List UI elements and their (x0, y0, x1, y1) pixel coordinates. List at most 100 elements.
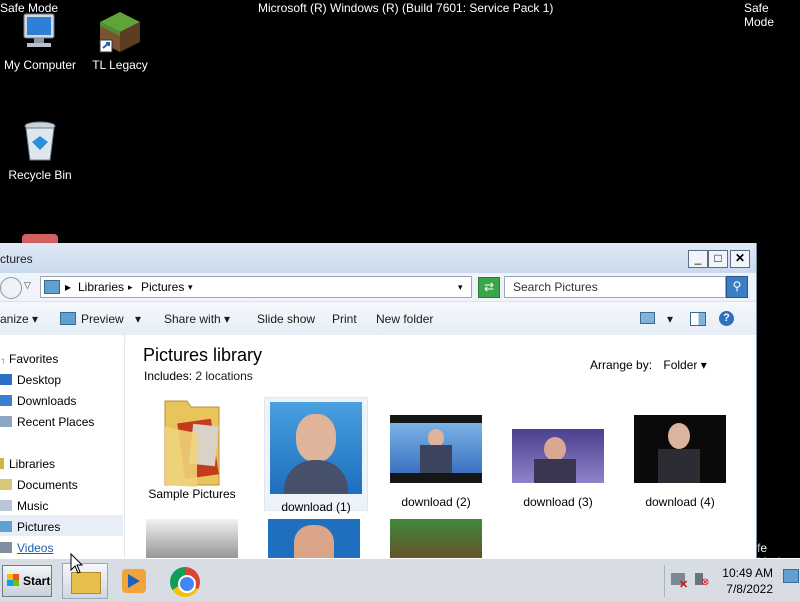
taskbar-chrome-button[interactable] (164, 563, 208, 597)
show-desktop-icon[interactable] (783, 569, 799, 583)
refresh-icon: ⇄ (483, 280, 495, 294)
maximize-icon: □ (714, 251, 722, 265)
desktop-icon-my-computer[interactable]: My Computer (0, 10, 83, 72)
search-input[interactable]: Search Pictures (504, 276, 726, 298)
change-view-button[interactable] (640, 312, 655, 326)
libraries-icon (0, 458, 4, 469)
arrange-by: Arrange by: Folder ▾ (590, 358, 707, 372)
nav-desktop[interactable]: Desktop (0, 373, 61, 387)
search-placeholder: Search Pictures (513, 280, 598, 294)
minecraft-grass-block-icon (98, 10, 142, 54)
breadcrumb-separator[interactable]: ▸ (128, 282, 133, 293)
share-with-menu[interactable]: Share with ▾ (164, 312, 230, 326)
explorer-icon (71, 572, 101, 594)
library-title: Pictures library (143, 345, 263, 365)
nav-libraries[interactable]: Libraries (0, 457, 55, 471)
refresh-button[interactable]: ⇄ (478, 277, 500, 298)
nav-downloads[interactable]: Downloads (0, 394, 76, 408)
minimize-button[interactable]: _ (688, 250, 708, 268)
taskbar-media-player-button[interactable] (112, 563, 156, 597)
notification-area: ✕ ⊗ 10:49 AM 7/8/2022 (664, 565, 799, 597)
nav-videos[interactable]: Videos (0, 541, 53, 555)
address-history-dropdown-icon[interactable]: ▾ (458, 282, 463, 293)
image-thumbnail (390, 415, 482, 483)
minimize-icon: _ (694, 251, 702, 265)
library-includes: Includes: 2 locations (144, 369, 253, 383)
preview-icon (60, 312, 76, 325)
arrange-by-dropdown[interactable]: Folder ▾ (663, 358, 706, 372)
pictures-library-icon (44, 280, 60, 294)
os-build-banner: Microsoft (R) Windows (R) (Build 7601: S… (258, 1, 554, 15)
image-thumbnail (270, 402, 362, 494)
desktop-icon-recycle-bin[interactable]: Recycle Bin (0, 120, 83, 182)
image-thumbnail (512, 429, 604, 483)
item-caption: Sample Pictures (148, 487, 236, 501)
desktop-icon (0, 374, 12, 385)
taskbar: Start ✕ ⊗ 10:49 AM 7/8/2022 (0, 558, 800, 601)
mouse-cursor-icon (70, 553, 84, 574)
nav-recent-places[interactable]: Recent Places (0, 415, 94, 429)
recent-pages-icon[interactable]: ▽ (24, 280, 31, 291)
forward-button[interactable] (0, 277, 22, 299)
nav-pictures[interactable]: Pictures (0, 515, 123, 536)
command-bar: anize ▾ Preview ▾ Share with ▾ Slide sho… (0, 302, 756, 337)
organize-menu[interactable]: anize ▾ (0, 312, 38, 326)
system-clock[interactable]: 10:49 AM 7/8/2022 (722, 565, 773, 597)
clock-date: 7/8/2022 (726, 582, 773, 596)
nav-documents[interactable]: Documents (0, 478, 78, 492)
documents-icon (0, 479, 12, 490)
new-folder-button[interactable]: New folder (376, 312, 433, 326)
search-button[interactable]: ⚲ (726, 276, 748, 298)
title-bar[interactable]: ctures _ □ ✕ (0, 243, 756, 273)
help-icon: ? (719, 311, 734, 326)
image-item-download-1[interactable]: download (1) (264, 397, 368, 514)
nav-music[interactable]: Music (0, 499, 48, 513)
image-item-download-2[interactable]: download (2) (388, 415, 484, 509)
preview-pane-button[interactable] (690, 312, 706, 327)
clock-time: 10:49 AM (722, 566, 773, 580)
desktop-icon-tl-legacy[interactable]: TL Legacy (77, 10, 163, 72)
item-caption: download (3) (523, 495, 593, 509)
close-button[interactable]: ✕ (730, 250, 750, 268)
maximize-button[interactable]: □ (708, 250, 728, 268)
address-field[interactable]: ▸ Libraries ▸ Pictures ▾ ▾ (40, 276, 472, 298)
image-thumbnail-partial[interactable] (390, 519, 482, 563)
window-title: ctures (0, 252, 33, 266)
start-button[interactable]: Start (2, 565, 52, 597)
image-thumbnail-partial[interactable] (146, 519, 238, 563)
folder-item-sample-pictures[interactable]: Sample Pictures (144, 397, 240, 501)
pictures-icon (0, 521, 12, 532)
desktop-icon-label: TL Legacy (92, 58, 148, 72)
breadcrumb-libraries[interactable]: Libraries (78, 280, 124, 294)
navigation-pane: ★Favorites Desktop Downloads Recent Plac… (0, 335, 125, 563)
search-icon: ⚲ (732, 279, 742, 293)
breadcrumb-dropdown-icon[interactable]: ▾ (188, 282, 193, 293)
item-caption: download (4) (645, 495, 715, 509)
recent-places-icon (0, 416, 12, 427)
content-pane: Pictures library Includes: 2 locations A… (126, 335, 756, 563)
downloads-icon (0, 395, 12, 406)
print-button[interactable]: Print (332, 312, 357, 326)
preview-button[interactable]: Preview (60, 312, 124, 326)
preview-dropdown-icon[interactable]: ▾ (135, 312, 141, 326)
explorer-window: ctures _ □ ✕ ▽ ▸ Libraries ▸ Pictures ▾ … (0, 243, 757, 563)
help-button[interactable]: ? (719, 310, 734, 326)
image-item-download-4[interactable]: download (4) (632, 415, 728, 509)
slide-show-button[interactable]: Slide show (257, 312, 315, 326)
videos-icon (0, 542, 12, 553)
item-caption: download (2) (401, 495, 471, 509)
nav-favorites[interactable]: ★Favorites (0, 352, 58, 366)
taskbar-explorer-button[interactable] (62, 563, 108, 599)
image-item-download-3[interactable]: download (3) (510, 429, 606, 509)
image-thumbnail-partial[interactable] (268, 519, 360, 563)
breadcrumb-separator[interactable]: ▸ (65, 280, 71, 294)
view-dropdown-icon[interactable]: ▾ (667, 312, 673, 326)
address-bar-row: ▽ ▸ Libraries ▸ Pictures ▾ ▾ ⇄ Search Pi… (0, 273, 756, 302)
item-caption: download (1) (281, 500, 351, 514)
folder-icon (157, 397, 227, 489)
library-locations-link[interactable]: 2 locations (195, 369, 252, 383)
windows-logo-icon (7, 574, 19, 586)
breadcrumb-pictures[interactable]: Pictures (141, 280, 184, 294)
music-icon (0, 500, 12, 511)
preview-pane-icon (690, 312, 706, 326)
